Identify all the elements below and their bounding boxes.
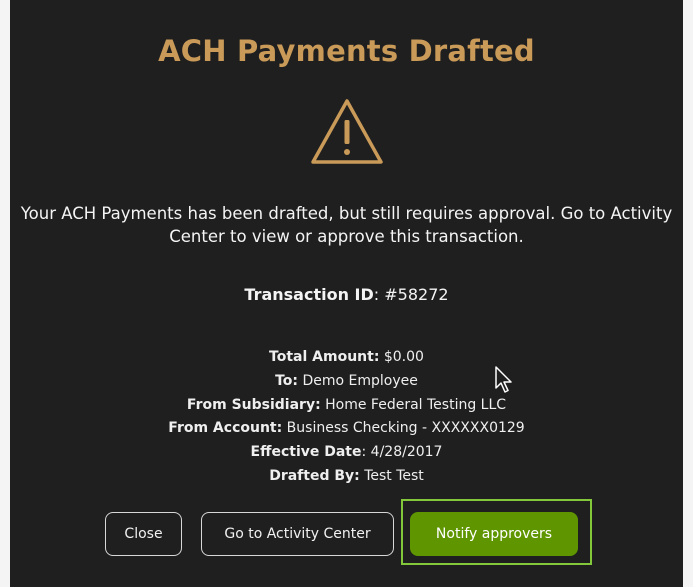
detail-value: Test Test (359, 467, 424, 484)
detail-label: Effective Date (250, 444, 362, 461)
detail-effective-date: Effective Date: 4/28/2017 (10, 441, 683, 465)
detail-label: From Account: (168, 420, 283, 437)
detail-value: Demo Employee (298, 372, 418, 389)
detail-drafted-by: Drafted By: Test Test (10, 465, 683, 489)
transaction-id: Transaction ID: #58272 (10, 285, 683, 304)
detail-value: : 4/28/2017 (361, 444, 443, 461)
detail-to: To: Demo Employee (10, 370, 683, 394)
transaction-id-value: : #58272 (373, 285, 449, 304)
detail-value: Home Federal Testing LLC (320, 396, 507, 413)
detail-label: Drafted By: (269, 467, 360, 484)
detail-value: Business Checking - XXXXXX0129 (282, 420, 525, 437)
ach-drafted-modal: ACH Payments Drafted Your ACH Payments h… (10, 0, 683, 587)
detail-label: To: (275, 372, 299, 389)
detail-total-amount: Total Amount: $0.00 (10, 346, 683, 370)
detail-from-account: From Account: Business Checking - XXXXXX… (10, 417, 683, 441)
notify-approvers-button[interactable]: Notify approvers (410, 512, 578, 556)
detail-label: Total Amount: (269, 349, 380, 365)
detail-from-subsidiary: From Subsidiary: Home Federal Testing LL… (10, 394, 683, 418)
detail-label: From Subsidiary: (186, 396, 321, 413)
payment-details: Total Amount: $0.00 To: Demo Employee Fr… (10, 346, 683, 489)
modal-title: ACH Payments Drafted (158, 34, 535, 68)
close-button[interactable]: Close (105, 512, 182, 556)
pointer-cursor-icon (495, 366, 512, 393)
button-row: Close Go to Activity Center Notify appro… (10, 499, 683, 565)
warning-icon-container (10, 96, 683, 170)
transaction-id-label: Transaction ID (244, 285, 374, 304)
detail-value: $0.00 (379, 349, 424, 365)
warning-triangle-icon (310, 99, 383, 164)
status-message: Your ACH Payments has been drafted, but … (20, 204, 673, 246)
go-to-activity-center-button[interactable]: Go to Activity Center (201, 512, 394, 556)
